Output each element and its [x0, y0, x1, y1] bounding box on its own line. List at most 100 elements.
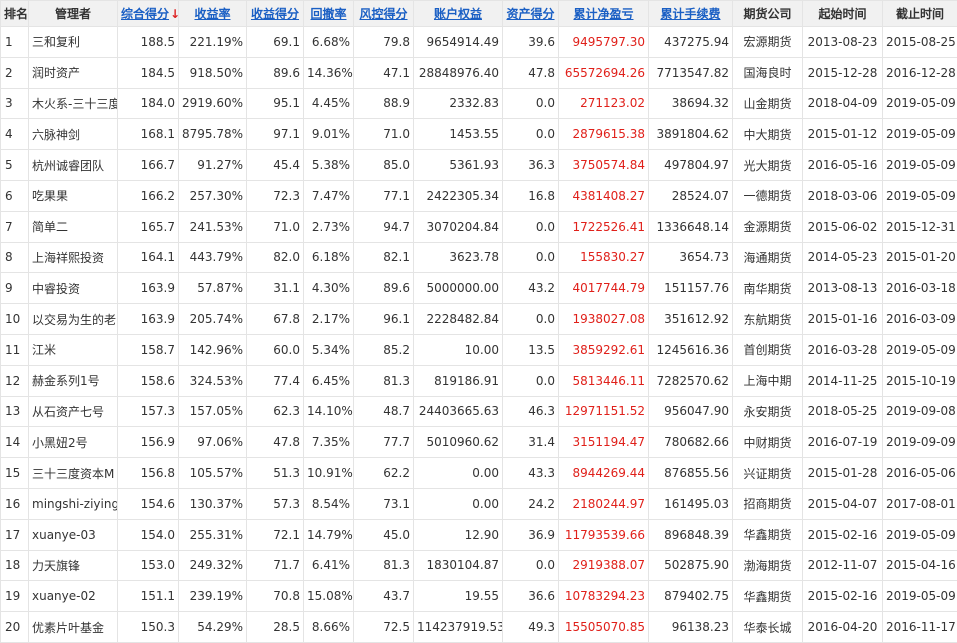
account-equity-cell: 9654914.49: [414, 27, 503, 58]
risk-score-cell: 48.7: [354, 396, 414, 427]
header-col-drawdown-rate[interactable]: 回撤率: [304, 1, 354, 27]
table-row[interactable]: 1三和复利188.5221.19%69.16.68%79.89654914.49…: [1, 27, 957, 58]
return-rate-cell: 239.19%: [179, 581, 247, 612]
table-row[interactable]: 16mingshi-ziying154.6130.37%57.38.54%73.…: [1, 488, 957, 519]
risk-score-cell: 77.7: [354, 427, 414, 458]
header-label: 起始时间: [818, 7, 866, 21]
table-row[interactable]: 9中睿投资163.957.87%31.14.30%89.65000000.004…: [1, 273, 957, 304]
rank-cell: 12: [1, 365, 29, 396]
start-date-cell: 2015-12-28: [803, 57, 883, 88]
table-row[interactable]: 20优素片叶基金150.354.29%28.58.66%72.511423791…: [1, 612, 957, 643]
end-date-cell: 2019-05-09: [883, 119, 957, 150]
drawdown-rate-cell: 4.30%: [304, 273, 354, 304]
rank-cell: 8: [1, 242, 29, 273]
account-equity-cell: 5361.93: [414, 150, 503, 181]
account-equity-cell: 12.90: [414, 519, 503, 550]
table-row[interactable]: 2润时资产184.5918.50%89.614.36%47.128848976.…: [1, 57, 957, 88]
header-label: 管理者: [55, 7, 91, 21]
end-date-cell: 2015-04-16: [883, 550, 957, 581]
table-row[interactable]: 19xuanye-02151.1239.19%70.815.08%43.719.…: [1, 581, 957, 612]
fees-cell: 876855.56: [649, 458, 733, 489]
header-col-net-profit[interactable]: 累计净盈亏: [559, 1, 649, 27]
table-row[interactable]: 6吃果果166.2257.30%72.37.47%77.12422305.341…: [1, 180, 957, 211]
start-date-cell: 2015-02-16: [803, 581, 883, 612]
end-date-cell: 2016-03-18: [883, 273, 957, 304]
net-profit-cell: 1722526.41: [559, 211, 649, 242]
fees-cell: 956047.90: [649, 396, 733, 427]
account-equity-cell: 0.00: [414, 488, 503, 519]
start-date-cell: 2015-01-16: [803, 304, 883, 335]
account-equity-cell: 2228482.84: [414, 304, 503, 335]
table-row[interactable]: 15三十三度资本M156.8105.57%51.310.91%62.20.004…: [1, 458, 957, 489]
sort-desc-arrow-icon[interactable]: ↓: [170, 7, 178, 21]
risk-score-cell: 81.3: [354, 550, 414, 581]
rank-cell: 18: [1, 550, 29, 581]
table-row[interactable]: 14小黑妞2号156.997.06%47.87.35%77.75010960.6…: [1, 427, 957, 458]
header-col-overall-score[interactable]: 综合得分↓: [118, 1, 179, 27]
header-label: 期货公司: [743, 7, 791, 21]
manager-cell: 优素片叶基金: [29, 612, 118, 643]
table-row[interactable]: 12赫金系列1号158.6324.53%77.46.45%81.3819186.…: [1, 365, 957, 396]
manager-cell: 润时资产: [29, 57, 118, 88]
manager-cell: 从石资产七号: [29, 396, 118, 427]
table-row[interactable]: 8上海祥熙投资164.1443.79%82.06.18%82.13623.780…: [1, 242, 957, 273]
futures-company-cell: 上海中期: [733, 365, 803, 396]
futures-company-cell: 华泰长城: [733, 612, 803, 643]
rank-cell: 13: [1, 396, 29, 427]
futures-company-cell: 金源期货: [733, 211, 803, 242]
ranking-table: 排名管理者综合得分↓收益率收益得分回撤率风控得分账户权益资产得分累计净盈亏累计手…: [0, 0, 957, 643]
manager-cell: 小黑妞2号: [29, 427, 118, 458]
asset-score-cell: 31.4: [503, 427, 559, 458]
overall-score-cell: 156.8: [118, 458, 179, 489]
net-profit-cell: 4381408.27: [559, 180, 649, 211]
table-row[interactable]: 3木火系-三十三度184.02919.60%95.14.45%88.92332.…: [1, 88, 957, 119]
return-rate-cell: 221.19%: [179, 27, 247, 58]
futures-company-cell: 首创期货: [733, 334, 803, 365]
start-date-cell: 2018-03-06: [803, 180, 883, 211]
risk-score-cell: 94.7: [354, 211, 414, 242]
account-equity-cell: 3070204.84: [414, 211, 503, 242]
table-row[interactable]: 5杭州诚睿团队166.791.27%45.45.38%85.05361.9336…: [1, 150, 957, 181]
drawdown-rate-cell: 14.79%: [304, 519, 354, 550]
futures-company-cell: 华鑫期货: [733, 581, 803, 612]
return-rate-cell: 257.30%: [179, 180, 247, 211]
return-score-cell: 71.7: [247, 550, 304, 581]
header-col-futures-company: 期货公司: [733, 1, 803, 27]
overall-score-cell: 154.0: [118, 519, 179, 550]
manager-cell: 吃果果: [29, 180, 118, 211]
rank-cell: 7: [1, 211, 29, 242]
overall-score-cell: 154.6: [118, 488, 179, 519]
start-date-cell: 2016-03-28: [803, 334, 883, 365]
return-score-cell: 51.3: [247, 458, 304, 489]
header-col-fees[interactable]: 累计手续费: [649, 1, 733, 27]
table-row[interactable]: 4六脉神剑168.18795.78%97.19.01%71.01453.550.…: [1, 119, 957, 150]
return-score-cell: 67.8: [247, 304, 304, 335]
table-row[interactable]: 11江米158.7142.96%60.05.34%85.210.0013.538…: [1, 334, 957, 365]
end-date-cell: 2019-05-09: [883, 334, 957, 365]
drawdown-rate-cell: 14.36%: [304, 57, 354, 88]
asset-score-cell: 46.3: [503, 396, 559, 427]
table-row[interactable]: 10以交易为生的老163.9205.74%67.82.17%96.1222848…: [1, 304, 957, 335]
start-date-cell: 2014-05-23: [803, 242, 883, 273]
end-date-cell: 2016-11-17: [883, 612, 957, 643]
header-col-account-equity[interactable]: 账户权益: [414, 1, 503, 27]
rank-cell: 1: [1, 27, 29, 58]
rank-cell: 6: [1, 180, 29, 211]
header-col-risk-score[interactable]: 风控得分: [354, 1, 414, 27]
drawdown-rate-cell: 7.47%: [304, 180, 354, 211]
header-col-return-rate[interactable]: 收益率: [179, 1, 247, 27]
risk-score-cell: 62.2: [354, 458, 414, 489]
header-col-asset-score[interactable]: 资产得分: [503, 1, 559, 27]
table-row[interactable]: 18力天旗锋153.0249.32%71.76.41%81.31830104.8…: [1, 550, 957, 581]
start-date-cell: 2013-08-13: [803, 273, 883, 304]
header-col-return-score[interactable]: 收益得分: [247, 1, 304, 27]
net-profit-cell: 3750574.84: [559, 150, 649, 181]
table-row[interactable]: 17xuanye-03154.0255.31%72.114.79%45.012.…: [1, 519, 957, 550]
table-row[interactable]: 13从石资产七号157.3157.05%62.314.10%48.7244036…: [1, 396, 957, 427]
asset-score-cell: 43.2: [503, 273, 559, 304]
risk-score-cell: 71.0: [354, 119, 414, 150]
overall-score-cell: 163.9: [118, 304, 179, 335]
net-profit-cell: 65572694.26: [559, 57, 649, 88]
table-row[interactable]: 7简单二165.7241.53%71.02.73%94.73070204.840…: [1, 211, 957, 242]
return-rate-cell: 918.50%: [179, 57, 247, 88]
